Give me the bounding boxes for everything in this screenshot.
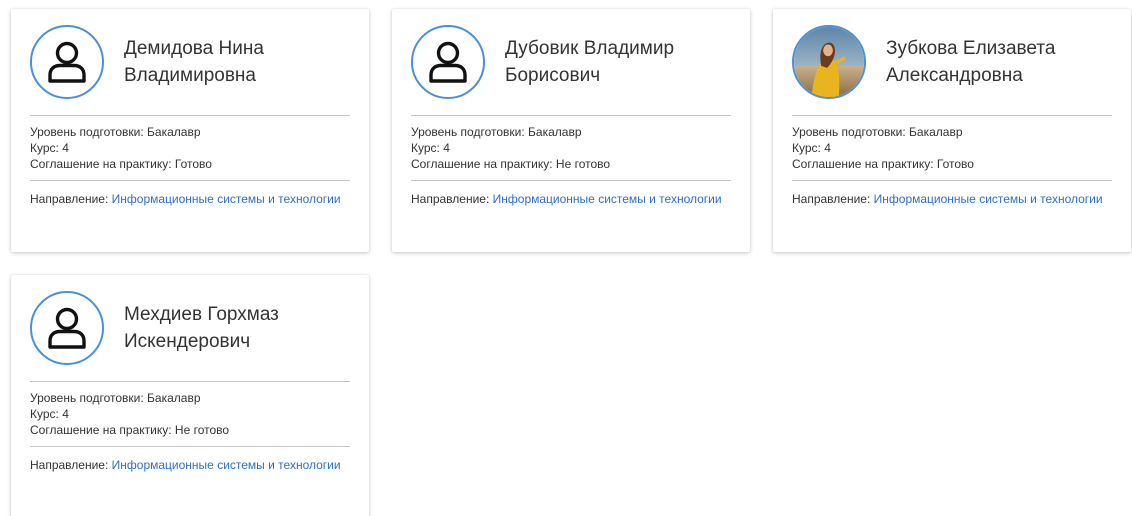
- student-name[interactable]: Мехдиев Горхмаз Искендерович: [124, 301, 324, 355]
- user-placeholder-icon: [411, 25, 485, 99]
- agreement-row: Соглашение на практику: Готово: [30, 157, 212, 171]
- agreement-value: Не готово: [174, 423, 230, 437]
- agreement-row: Соглашение на практику: Готово: [792, 157, 974, 171]
- course-row: Курс: 4: [30, 141, 69, 155]
- agreement-row: Соглашение на практику: Не готово: [411, 157, 611, 171]
- direction-link[interactable]: Информационные системы и технологии: [112, 458, 341, 472]
- level-row: Уровень подготовки: Бакалавр: [792, 125, 963, 139]
- agreement-value: Готово: [936, 157, 974, 171]
- course-value: 4: [62, 141, 69, 155]
- student-info: Уровень подготовки: Бакалавр Курс: 4 Сог…: [792, 116, 1112, 181]
- agreement-row: Соглашение на практику: Не готово: [30, 423, 230, 437]
- level-value: Бакалавр: [147, 391, 201, 405]
- agreement-value: Не готово: [555, 157, 611, 171]
- student-name[interactable]: Зубкова Елизавета Александровна: [886, 35, 1086, 89]
- card-header: Демидова Нина Владимировна: [30, 9, 350, 116]
- student-name[interactable]: Демидова Нина Владимировна: [124, 35, 324, 89]
- student-card[interactable]: Демидова Нина Владимировна Уровень подго…: [11, 9, 369, 252]
- direction-link[interactable]: Информационные системы и технологии: [493, 192, 722, 206]
- student-card[interactable]: Дубовик Владимир Борисович Уровень подго…: [392, 9, 750, 252]
- level-row: Уровень подготовки: Бакалавр: [30, 125, 201, 139]
- student-info: Уровень подготовки: Бакалавр Курс: 4 Сог…: [30, 116, 350, 181]
- level-value: Бакалавр: [147, 125, 201, 139]
- direction-row: Направление: Информационные системы и те…: [411, 192, 722, 206]
- user-placeholder-icon: [30, 291, 104, 365]
- level-value: Бакалавр: [528, 125, 582, 139]
- student-card[interactable]: Мехдиев Горхмаз Искендерович Уровень под…: [11, 275, 369, 516]
- student-info: Уровень подготовки: Бакалавр Курс: 4 Сог…: [411, 116, 731, 181]
- direction-row: Направление: Информационные системы и те…: [30, 192, 341, 206]
- student-info: Уровень подготовки: Бакалавр Курс: 4 Сог…: [30, 382, 350, 447]
- direction-link[interactable]: Информационные системы и технологии: [112, 192, 341, 206]
- direction-row: Направление: Информационные системы и те…: [30, 458, 341, 472]
- level-row: Уровень подготовки: Бакалавр: [30, 391, 201, 405]
- agreement-value: Готово: [174, 157, 212, 171]
- course-value: 4: [62, 407, 69, 421]
- course-row: Курс: 4: [411, 141, 450, 155]
- student-card-grid: Демидова Нина Владимировна Уровень подго…: [0, 0, 1132, 516]
- course-value: 4: [824, 141, 831, 155]
- student-photo: [792, 25, 866, 99]
- student-name[interactable]: Дубовик Владимир Борисович: [505, 35, 705, 89]
- level-row: Уровень подготовки: Бакалавр: [411, 125, 582, 139]
- card-header: Дубовик Владимир Борисович: [411, 9, 731, 116]
- course-row: Курс: 4: [30, 407, 69, 421]
- user-placeholder-icon: [30, 25, 104, 99]
- course-value: 4: [443, 141, 450, 155]
- direction-link[interactable]: Информационные системы и технологии: [874, 192, 1103, 206]
- card-header: Мехдиев Горхмаз Искендерович: [30, 275, 350, 382]
- level-value: Бакалавр: [909, 125, 963, 139]
- card-header: Зубкова Елизавета Александровна: [792, 9, 1112, 116]
- student-card[interactable]: Зубкова Елизавета Александровна Уровень …: [773, 9, 1131, 252]
- direction-row: Направление: Информационные системы и те…: [792, 192, 1103, 206]
- course-row: Курс: 4: [792, 141, 831, 155]
